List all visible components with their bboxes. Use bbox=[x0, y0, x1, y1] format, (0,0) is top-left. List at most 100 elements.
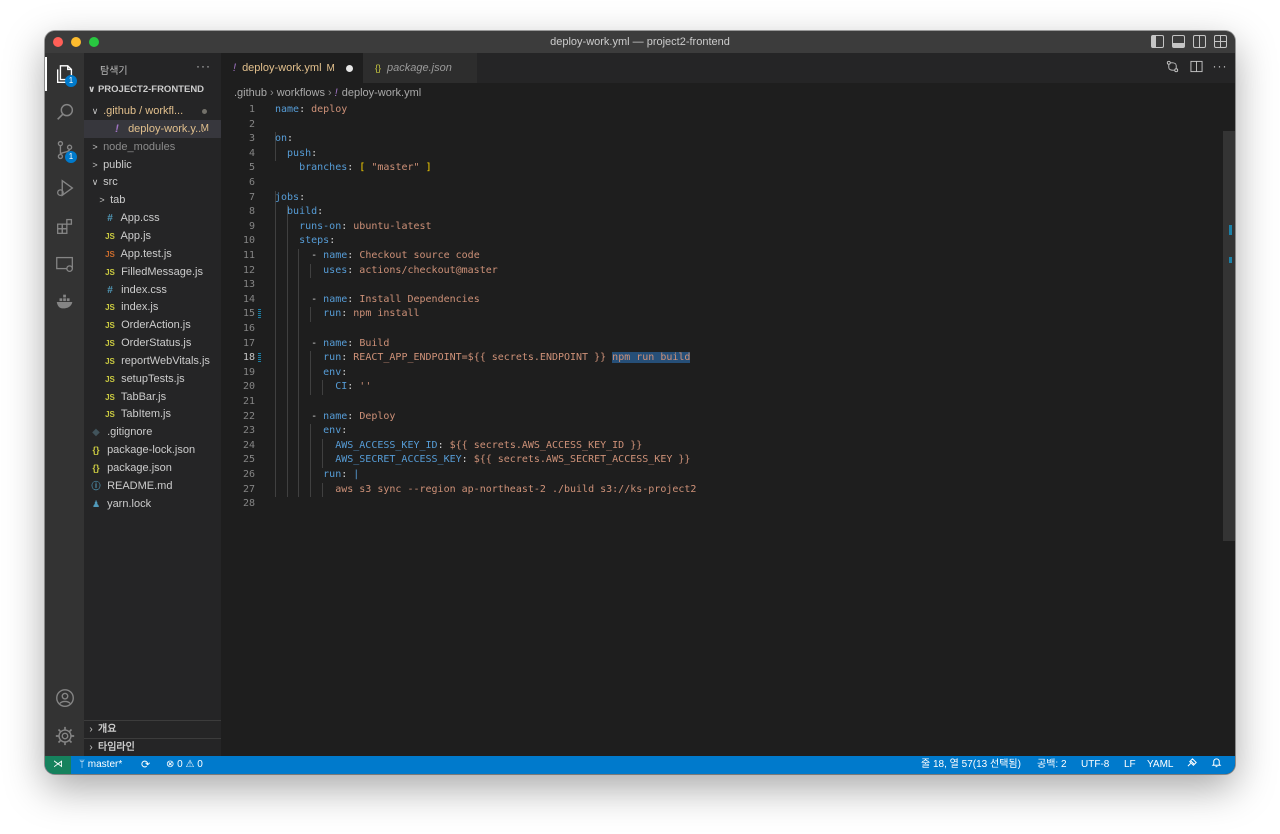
code-line[interactable]: AWS_ACCESS_KEY_ID: ${{ secrets.AWS_ACCES… bbox=[275, 439, 642, 454]
problems-indicator[interactable]: ⊗ 0 ⚠ 0 bbox=[166, 756, 203, 774]
line-number: 16 bbox=[242, 323, 255, 334]
tree-item[interactable]: ! deploy-work.y... M bbox=[84, 119, 221, 138]
code-line[interactable]: jobs: bbox=[275, 191, 305, 206]
code-line[interactable]: AWS_SECRET_ACCESS_KEY: ${{ secrets.AWS_S… bbox=[275, 453, 690, 468]
language-mode[interactable]: YAML bbox=[1147, 756, 1174, 774]
tree-item[interactable]: JS TabBar.js bbox=[84, 388, 221, 406]
tab-deploy-work-yml[interactable]: ! deploy-work.yml M bbox=[221, 53, 363, 83]
code-line[interactable]: aws s3 sync --region ap-northeast-2 ./bu… bbox=[275, 483, 696, 498]
code-line[interactable]: env: bbox=[275, 424, 347, 439]
explorer-button[interactable]: 1 bbox=[45, 55, 84, 93]
code-line[interactable]: CI: '' bbox=[275, 380, 371, 395]
chevron-right-icon: › bbox=[89, 724, 93, 735]
timeline-section[interactable]: › 타임라인 bbox=[84, 738, 221, 756]
eol-indicator[interactable]: LF bbox=[1124, 756, 1136, 774]
json-file-icon: {} bbox=[92, 463, 100, 473]
breadcrumb-item[interactable]: workflows bbox=[277, 87, 325, 99]
source-control-button[interactable]: 1 bbox=[45, 131, 84, 169]
tree-item[interactable]: ⓘ README.md bbox=[84, 477, 221, 495]
project-folder-header[interactable]: ∨ PROJECT2-FRONTEND bbox=[88, 84, 204, 95]
extensions-button[interactable] bbox=[45, 207, 84, 245]
js-file-icon: JS bbox=[105, 410, 115, 420]
tree-item[interactable]: ◆ .gitignore bbox=[84, 423, 221, 441]
code-line[interactable]: build: bbox=[275, 205, 323, 220]
code-token: : bbox=[341, 220, 354, 232]
tree-item[interactable]: JS reportWebVitals.js bbox=[84, 352, 221, 370]
remote-indicator[interactable]: ⋊ bbox=[45, 756, 71, 774]
code-line[interactable]: run: npm install bbox=[275, 307, 419, 322]
modified-line-marker[interactable] bbox=[258, 353, 261, 364]
tree-item[interactable]: ♟ yarn.lock bbox=[84, 495, 221, 513]
code-editor[interactable]: 1 name: deploy 2 3 on: 4 push: 5 branches: [ "… bbox=[221, 102, 1235, 756]
tree-item[interactable]: JS index.js bbox=[84, 298, 221, 316]
tree-item[interactable]: JS App.test.js bbox=[84, 245, 221, 263]
more-actions-icon[interactable]: ··· bbox=[1213, 59, 1227, 73]
tree-item[interactable]: > node_modules bbox=[84, 138, 221, 156]
notifications-bell-icon[interactable] bbox=[1211, 756, 1222, 774]
code-line[interactable]: steps: bbox=[275, 234, 335, 249]
breadcrumb-item[interactable]: deploy-work.yml bbox=[342, 87, 421, 99]
tree-item[interactable]: JS setupTests.js bbox=[84, 370, 221, 388]
breadcrumb-item[interactable]: .github bbox=[234, 87, 267, 99]
code-line[interactable]: - name: Install Dependencies bbox=[275, 293, 480, 308]
code-line[interactable]: - name: Deploy bbox=[275, 410, 395, 425]
tree-item[interactable]: ∨ .github / workfl... bbox=[84, 102, 221, 120]
search-icon bbox=[56, 103, 73, 120]
run-debug-button[interactable] bbox=[45, 169, 84, 207]
split-editor-icon[interactable] bbox=[1189, 59, 1203, 73]
code-line[interactable]: push: bbox=[275, 147, 317, 162]
tree-item[interactable]: JS OrderAction.js bbox=[84, 316, 221, 334]
code-line[interactable]: run: REACT_APP_ENDPOINT=${{ secrets.ENDP… bbox=[275, 351, 691, 366]
code-line[interactable]: runs-on: ubuntu-latest bbox=[275, 220, 431, 235]
tree-item[interactable]: # App.css bbox=[84, 209, 221, 227]
manage-button[interactable] bbox=[45, 717, 84, 755]
modified-line-marker[interactable] bbox=[258, 309, 261, 320]
accounts-button[interactable] bbox=[45, 679, 84, 717]
indentation-indicator[interactable]: 공백: 2 bbox=[1037, 756, 1067, 774]
toggle-secondary-sidebar-icon[interactable] bbox=[1193, 35, 1206, 48]
search-button[interactable] bbox=[45, 93, 84, 131]
remote-explorer-button[interactable] bbox=[45, 245, 84, 283]
code-line[interactable]: env: bbox=[275, 366, 347, 381]
toggle-panel-icon[interactable] bbox=[1172, 35, 1185, 48]
cursor-position[interactable]: 줄 18, 열 57(13 선택됨) bbox=[921, 756, 1021, 774]
docker-button[interactable] bbox=[45, 283, 84, 321]
encoding-indicator[interactable]: UTF-8 bbox=[1081, 756, 1109, 774]
code-line[interactable]: branches: [ "master" ] bbox=[275, 161, 432, 176]
code-line[interactable]: on: bbox=[275, 132, 293, 147]
sync-icon[interactable]: ⟳ bbox=[141, 756, 150, 774]
more-actions-icon[interactable]: ··· bbox=[196, 59, 211, 73]
open-changes-icon[interactable] bbox=[1165, 59, 1179, 73]
code-token: AWS_ACCESS_KEY_ID bbox=[275, 439, 438, 451]
toggle-sidebar-icon[interactable] bbox=[1151, 35, 1164, 48]
customize-layout-icon[interactable] bbox=[1214, 35, 1227, 48]
code-token: aws s3 sync --region ap-northeast-2 ./bu… bbox=[275, 483, 697, 495]
tree-item[interactable]: JS TabItem.js bbox=[84, 405, 221, 423]
code-line[interactable]: - name: Checkout source code bbox=[275, 249, 480, 264]
branch-indicator[interactable]: ᛘ master* bbox=[79, 756, 122, 774]
tree-item[interactable]: ∨ src bbox=[84, 173, 221, 191]
unsaved-dot-icon[interactable] bbox=[346, 65, 353, 72]
tab-package-json[interactable]: {} package.json bbox=[363, 53, 478, 83]
tree-item-label: README.md bbox=[107, 479, 173, 492]
vertical-scrollbar[interactable] bbox=[1223, 131, 1235, 541]
tree-item[interactable]: {} package-lock.json bbox=[84, 441, 221, 459]
line-number: 17 bbox=[242, 337, 255, 349]
tree-item[interactable]: > tab bbox=[84, 191, 221, 209]
code-line[interactable]: uses: actions/checkout@master bbox=[275, 264, 498, 279]
tree-item-label: TabBar.js bbox=[120, 390, 167, 403]
outline-section[interactable]: › 개요 bbox=[84, 720, 221, 738]
tree-item[interactable]: JS OrderStatus.js bbox=[84, 334, 221, 352]
tree-item[interactable]: {} package.json bbox=[84, 459, 221, 477]
code-line[interactable]: run: | bbox=[275, 468, 359, 483]
feedback-icon[interactable] bbox=[1187, 756, 1198, 774]
tree-item[interactable]: > public bbox=[84, 156, 221, 174]
tree-item[interactable]: # index.css bbox=[84, 281, 221, 299]
code-token: : bbox=[347, 264, 360, 276]
code-line[interactable]: - name: Build bbox=[275, 337, 389, 352]
tree-item[interactable]: JS FilledMessage.js bbox=[84, 263, 221, 281]
line-number: 12 bbox=[242, 264, 255, 276]
tree-item[interactable]: JS App.js bbox=[84, 227, 221, 245]
code-line[interactable]: name: deploy bbox=[275, 103, 347, 118]
tree-item-label: package.json bbox=[107, 462, 172, 474]
